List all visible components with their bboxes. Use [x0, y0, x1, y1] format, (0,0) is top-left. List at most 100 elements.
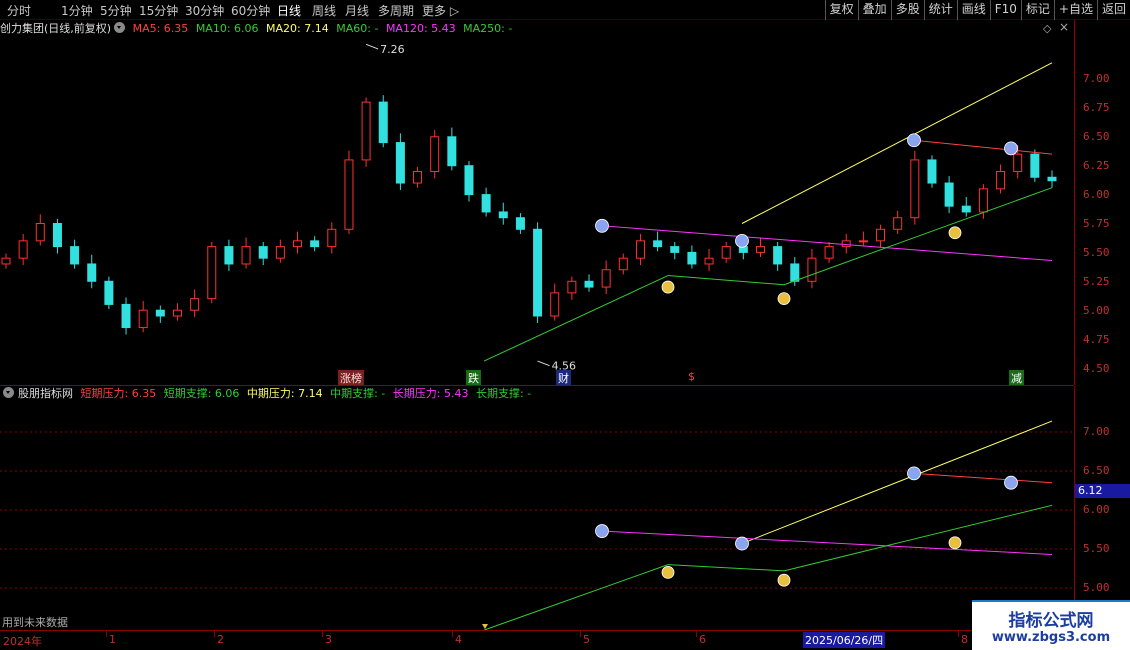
indicator-chart[interactable]: [0, 402, 1074, 630]
candle-body: [978, 188, 988, 213]
long-support-label: 长期支撑: -: [475, 387, 532, 400]
timeframe-tab-daily[interactable]: 日线: [277, 2, 301, 19]
mid-support-label: 中期支撑: -: [330, 387, 386, 400]
draw-line-button[interactable]: 画线: [956, 0, 990, 20]
cursor-date-label: 2025/06/26/四: [803, 632, 886, 648]
multi-stock-button[interactable]: 多股: [890, 0, 924, 20]
date-tick: [696, 631, 697, 637]
ma5-label: MA5: 6.35: [132, 22, 189, 35]
timeframe-tab-multi[interactable]: 多周期: [378, 2, 414, 19]
diamond-icon[interactable]: ◇: [1043, 22, 1051, 35]
candle-body: [430, 136, 440, 172]
candle-body: [858, 240, 868, 243]
stock-chart-app: 分时 1分钟 5分钟 15分钟 30分钟 60分钟 日线 周线 月线 多周期 更…: [0, 0, 1130, 650]
y-tick-label: 6.75: [1083, 101, 1110, 114]
pressure-face-icon: [735, 233, 749, 248]
date-label: 2024年: [3, 635, 42, 648]
candle-body: [790, 263, 800, 282]
candle-body: [996, 170, 1006, 190]
candle-body: [344, 159, 354, 230]
candle-body: [704, 257, 714, 265]
timeframe-tab-15min[interactable]: 15分钟: [139, 2, 178, 19]
timeframe-tab-monthly[interactable]: 月线: [345, 2, 369, 19]
candle-body: [310, 240, 320, 248]
add-watchlist-button[interactable]: +自选: [1053, 0, 1097, 20]
money-bag-icon: [661, 280, 675, 294]
ma10-label: MA10: 6.06: [195, 22, 259, 35]
high-price-label: 7.26: [380, 43, 405, 56]
candle-body: [498, 211, 508, 219]
event-tag-drop[interactable]: 跌: [466, 370, 481, 386]
high-pointer: [365, 43, 379, 50]
mid-resistance-label: 中期压力: 7.14: [246, 387, 323, 400]
candle-body: [275, 246, 285, 259]
restore-rights-button[interactable]: 复权: [824, 0, 858, 20]
candle-body: [721, 246, 731, 259]
timeframe-tab-fenshi[interactable]: 分时: [7, 2, 31, 19]
event-tag-reduce[interactable]: 减: [1009, 370, 1024, 386]
back-button[interactable]: 返回: [1096, 0, 1130, 20]
dropdown-circle-icon[interactable]: [114, 22, 126, 33]
main-price-axis: 7.00 6.75 6.50 6.25 6.00 5.75 5.50 5.25 …: [1074, 20, 1130, 385]
y-tick-label: 6.50: [1083, 130, 1110, 143]
indicator-info-row: 股朋指标网 短期压力: 6.35 短期支撑: 6.06 中期压力: 7.14 中…: [0, 386, 535, 402]
statistics-button[interactable]: 统计: [923, 0, 957, 20]
candle-body: [190, 298, 200, 311]
candle-body: [327, 228, 337, 248]
ma120-label: MA120: 5.43: [385, 22, 456, 35]
mid-resistance-line: [741, 62, 1053, 224]
event-tag-finance[interactable]: 财: [556, 370, 571, 386]
overlay-button[interactable]: 叠加: [857, 0, 891, 20]
y-tick-label: 5.50: [1083, 542, 1110, 555]
timeframe-tab-30min[interactable]: 30分钟: [185, 2, 224, 19]
money-bag-icon: [948, 226, 962, 240]
candle-body: [927, 159, 937, 184]
y-tick-label: 4.50: [1083, 362, 1110, 375]
pressure-face-icon: [595, 218, 609, 233]
candle-body: [378, 101, 388, 144]
timeframe-tab-60min[interactable]: 60分钟: [231, 2, 270, 19]
mark-button[interactable]: 标记: [1020, 0, 1054, 20]
candle-body: [773, 246, 783, 265]
candle-body: [1, 257, 11, 265]
candle-body: [515, 217, 525, 230]
date-label: 2: [217, 633, 224, 646]
stock-title: 创力集团(日线,前复权): [0, 22, 112, 35]
toolbar: 分时 1分钟 5分钟 15分钟 30分钟 60分钟 日线 周线 月线 多周期 更…: [0, 0, 1130, 20]
watermark-title: 指标公式网: [1008, 611, 1094, 631]
candle-body: [550, 292, 560, 317]
timeframe-tab-more[interactable]: 更多 ▷: [422, 2, 459, 19]
candle-body: [893, 217, 903, 230]
y-tick-label: 6.00: [1083, 503, 1110, 516]
candle-body: [807, 257, 817, 282]
date-tick: [106, 631, 107, 637]
candle-body: [293, 240, 303, 248]
event-tag-limit-up[interactable]: 涨榜: [338, 370, 364, 386]
timeframe-tab-5min[interactable]: 5分钟: [100, 2, 132, 19]
candle-body: [447, 136, 457, 167]
long-resistance-label: 长期压力: 5.43: [392, 387, 469, 400]
y-tick-label: 5.50: [1083, 246, 1110, 259]
pressure-face-icon: [1004, 475, 1018, 490]
candle-body: [18, 240, 28, 259]
main-candlestick-chart[interactable]: 7.264.56: [0, 37, 1074, 385]
indicator-axis: 7.00 6.50 6.00 5.50 5.00 6.12: [1074, 386, 1130, 630]
close-icon[interactable]: ×: [1059, 20, 1069, 34]
candle-body: [35, 223, 45, 242]
dropdown-circle-icon[interactable]: [3, 387, 14, 398]
y-tick-label: 7.00: [1083, 425, 1110, 438]
timeframe-tab-weekly[interactable]: 周线: [312, 2, 336, 19]
toolbar-right-buttons: 复权 叠加 多股 统计 画线 F10 标记 +自选 返回: [824, 0, 1130, 20]
short-resistance-label: 短期压力: 6.35: [80, 387, 157, 400]
low-pointer: [537, 360, 550, 367]
date-label: 3: [325, 633, 332, 646]
event-tag-dividend[interactable]: $: [688, 370, 695, 383]
ma250-label: MA250: -: [463, 22, 513, 35]
date-tick: [322, 631, 323, 637]
candle-body: [155, 309, 165, 317]
f10-button[interactable]: F10: [989, 0, 1021, 20]
money-bag-icon: [948, 536, 962, 550]
timeframe-tab-1min[interactable]: 1分钟: [61, 2, 93, 19]
site-watermark: 指标公式网 www.zbgs3.com: [972, 600, 1130, 650]
candle-body: [618, 257, 628, 271]
